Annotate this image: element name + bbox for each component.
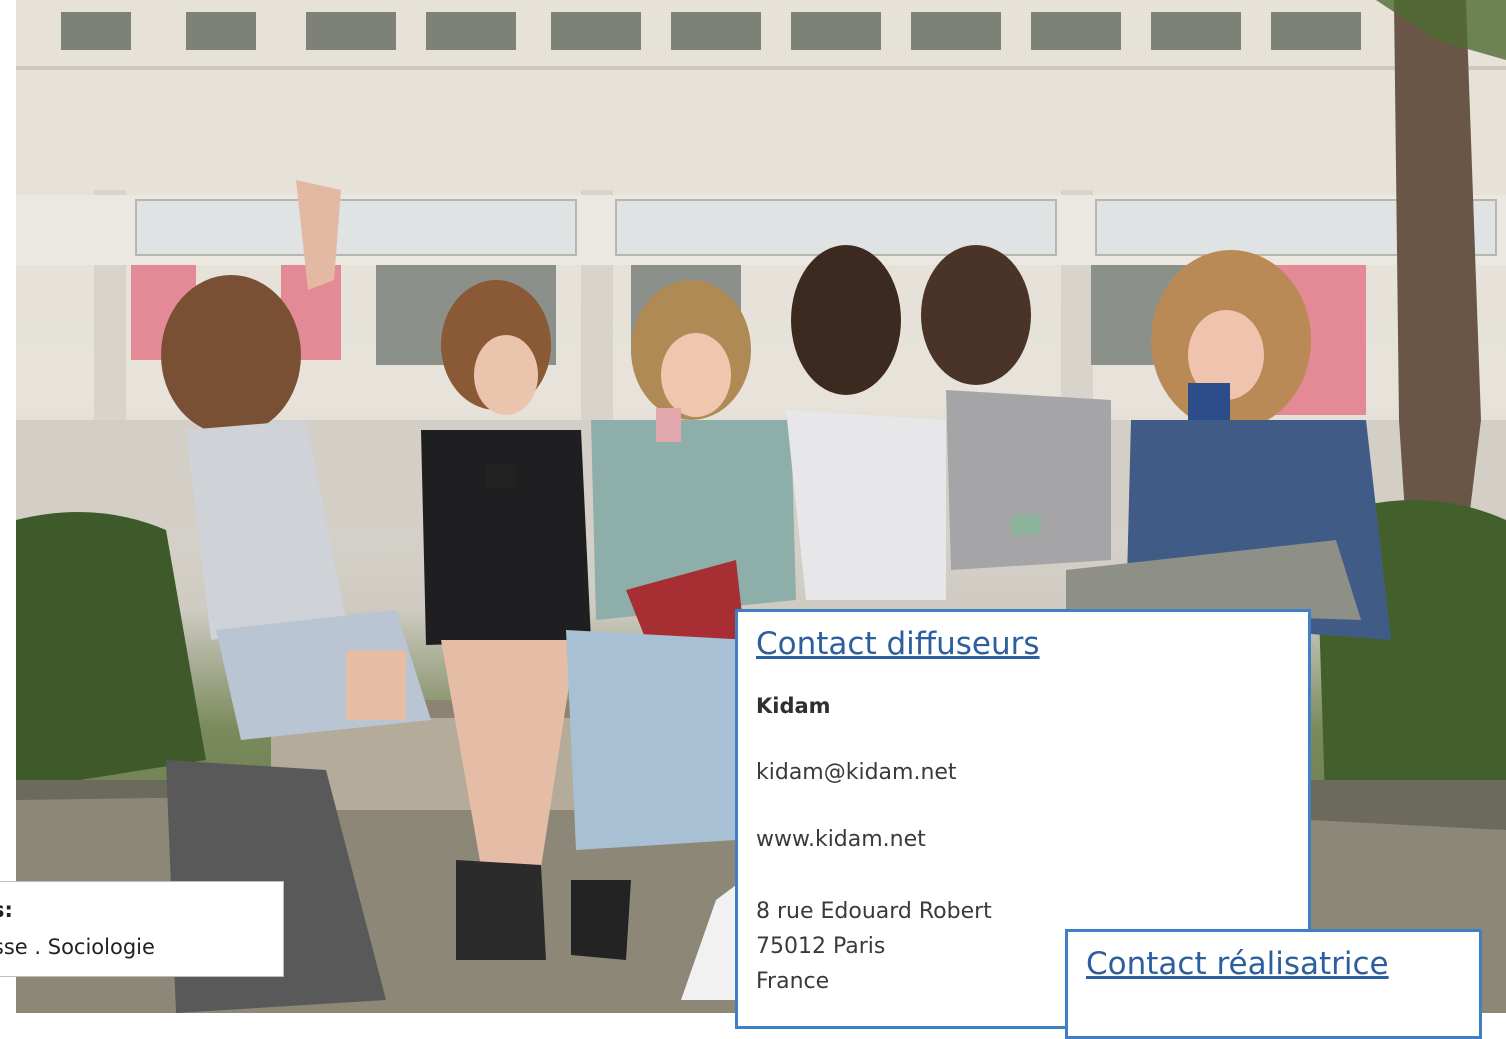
website-text: www.kidam.net [756, 827, 926, 852]
contact-diffuseurs-link[interactable]: Contact diffuseurs [756, 626, 1040, 662]
address-line-1: 8 rue Edouard Robert [756, 899, 992, 924]
email-text: kidam@kidam.net [756, 760, 957, 785]
company-name: Kidam [756, 694, 831, 718]
themes-card: s: esse . Sociologie [0, 881, 284, 977]
contact-realisatrice-link[interactable]: Contact réalisatrice [1086, 946, 1389, 982]
contact-realisatrice-card: Contact réalisatrice [1065, 929, 1482, 1039]
themes-label: s: [0, 898, 13, 922]
themes-text: esse . Sociologie [0, 935, 155, 959]
